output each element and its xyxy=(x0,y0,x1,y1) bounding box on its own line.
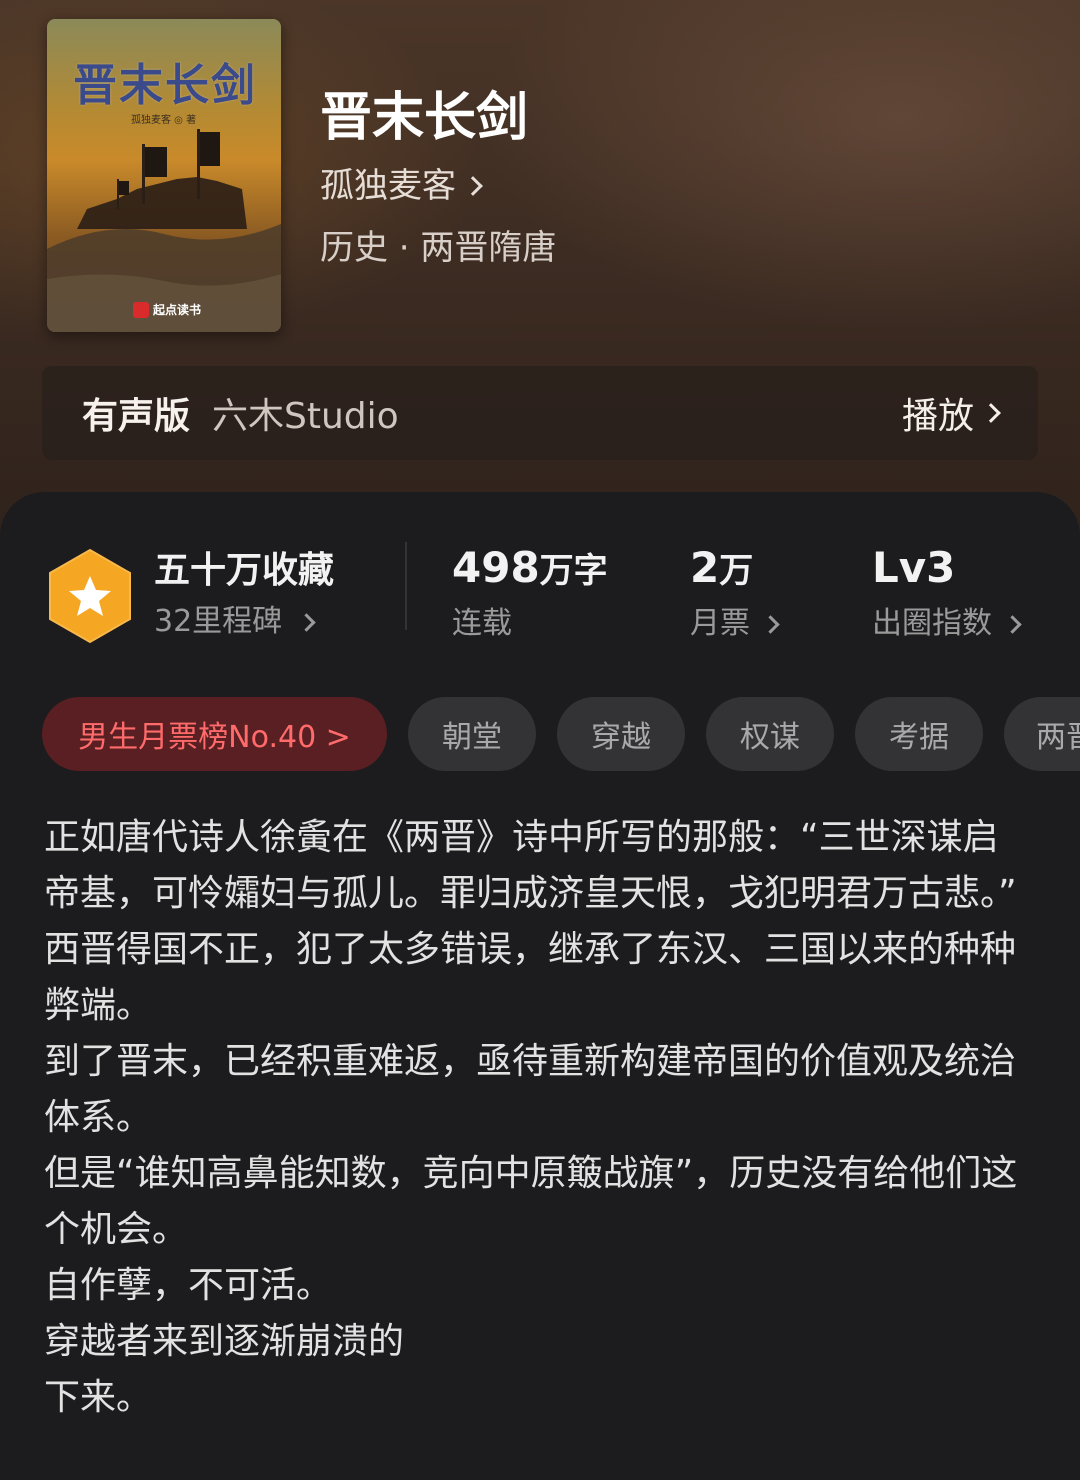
qidian-logo-icon xyxy=(133,301,149,318)
stats-divider xyxy=(405,542,407,630)
word-count-unit: 万字 xyxy=(539,551,608,591)
description-paragraph: 但是“谁知高鼻能知数，竞向中原簸战旗”，历史没有给他们这个机会。 xyxy=(44,1153,1018,1250)
word-count-value: 498 xyxy=(452,543,540,592)
book-title: 晋末长剑 xyxy=(320,87,529,148)
collection-count: 五十万收藏 xyxy=(154,550,335,591)
influence-index-link[interactable]: 出圈指数 xyxy=(872,602,1022,646)
serial-status: 连载 xyxy=(452,606,512,641)
rank-tag[interactable]: 男生月票榜No.40 > xyxy=(42,697,387,771)
book-description[interactable]: 正如唐代诗人徐夤在《两晋》诗中所写的那般：“三世深谋启帝基，可怜孀妇与孤儿。罪归… xyxy=(44,810,1024,1426)
chevron-right-icon xyxy=(761,614,780,634)
cover-title: 晋末长剑 xyxy=(73,60,257,111)
description-paragraph: 到了晋末，已经积重难返，亟待重新构建帝国的价值观及统治体系。 xyxy=(44,1041,1017,1138)
chevron-right-icon xyxy=(463,176,483,196)
monthly-ticket-link[interactable]: 月票 xyxy=(690,602,780,646)
monthly-ticket-count: 2万 xyxy=(690,540,753,599)
influence-index-label: 出圈指数 xyxy=(872,606,992,641)
tag-chip[interactable]: 朝堂 xyxy=(408,697,536,771)
cover-author: 孤独麦客 ◎ 著 xyxy=(131,115,197,126)
play-label: 播放 xyxy=(901,396,974,437)
monthly-ticket-unit: 万 xyxy=(719,551,754,591)
chevron-right-icon xyxy=(297,612,316,632)
monthly-ticket-value: 2 xyxy=(690,543,720,592)
description-paragraph: 下来。 xyxy=(44,1377,153,1418)
milestone-label: 32里程碑 xyxy=(154,604,283,639)
cover-brand-label: 起点读书 xyxy=(153,303,202,317)
description-paragraph: 自作孽，不可活。 xyxy=(44,1265,333,1306)
milestone-link[interactable]: 32里程碑 xyxy=(154,600,316,644)
author-name: 孤独麦客 xyxy=(320,166,456,206)
description-paragraph: 西晋得国不正，犯了太多错误，继承了东汉、三国以来的种种弊端。 xyxy=(44,929,1017,1026)
tag-chip[interactable]: 权谋 xyxy=(706,697,834,771)
author-link[interactable]: 孤独麦客 xyxy=(320,160,483,212)
description-paragraph: 正如唐代诗人徐夤在《两晋》诗中所写的那般：“三世深谋启帝基，可怜孀妇与孤儿。罪归… xyxy=(44,817,1017,914)
book-cover[interactable]: 晋末长剑 孤独麦客 ◎ 著 起点读书 xyxy=(47,19,281,332)
audio-studio: 六木Studio xyxy=(212,396,399,437)
star-badge-icon xyxy=(49,548,131,644)
chevron-right-icon xyxy=(981,403,1001,423)
tag-row: 男生月票榜No.40 > 朝堂 穿越 权谋 考据 两晋 xyxy=(0,697,1080,771)
monthly-ticket-label: 月票 xyxy=(690,606,750,641)
play-button[interactable]: 播放 xyxy=(901,387,1001,439)
chevron-right-icon xyxy=(1003,614,1022,634)
tag-chip[interactable]: 穿越 xyxy=(557,697,685,771)
tag-chip[interactable]: 两晋 xyxy=(1004,697,1080,771)
word-count: 498万字 xyxy=(452,540,608,599)
cover-brand: 起点读书 xyxy=(133,301,201,318)
level-value: Lv3 xyxy=(872,543,956,592)
audio-version-bar[interactable]: 有声版 六木Studio 播放 xyxy=(42,366,1038,460)
book-genre: 历史 · 两晋隋唐 xyxy=(320,228,557,268)
audio-label: 有声版 xyxy=(82,396,191,437)
description-paragraph: 穿越者来到逐渐崩溃的 xyxy=(44,1321,405,1362)
tag-chip[interactable]: 考据 xyxy=(855,697,983,771)
